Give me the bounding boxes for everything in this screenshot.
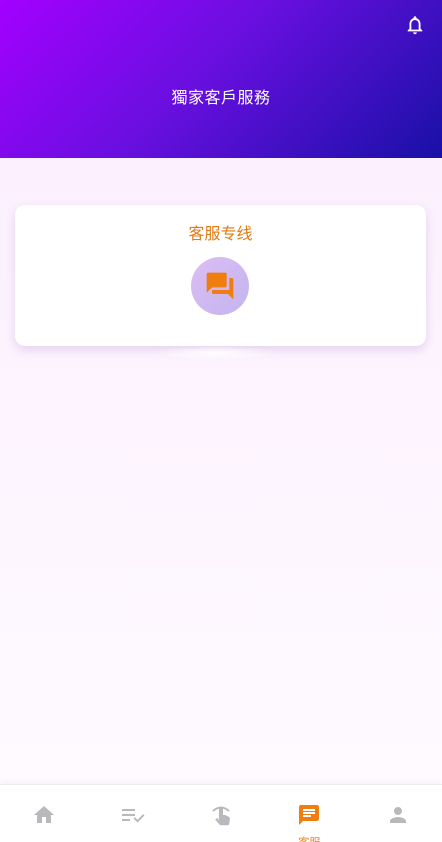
message-icon [299, 805, 320, 825]
bottom-tab-bar: 客服 [0, 784, 442, 842]
decorative-glow [150, 346, 280, 360]
tab-label: 客服 [265, 837, 353, 842]
tap-icon [212, 806, 230, 826]
chat-button[interactable] [191, 257, 249, 315]
chat-icon [206, 272, 234, 300]
person-icon [389, 807, 406, 823]
bell-icon[interactable] [404, 13, 426, 37]
card-title: 客服专线 [188, 224, 253, 243]
page-title: 獨家客戶服務 [171, 88, 271, 107]
tab-tap[interactable] [177, 785, 265, 842]
tab-profile[interactable] [354, 785, 442, 842]
tab-customer-service[interactable]: 客服 [265, 785, 353, 842]
list-check-icon [121, 809, 145, 823]
tab-orders[interactable] [88, 785, 176, 842]
header: 獨家客戶服務 [0, 0, 442, 158]
tab-home[interactable] [0, 785, 88, 842]
customer-service-card[interactable]: 客服专线 [15, 205, 426, 346]
home-icon [34, 806, 55, 823]
